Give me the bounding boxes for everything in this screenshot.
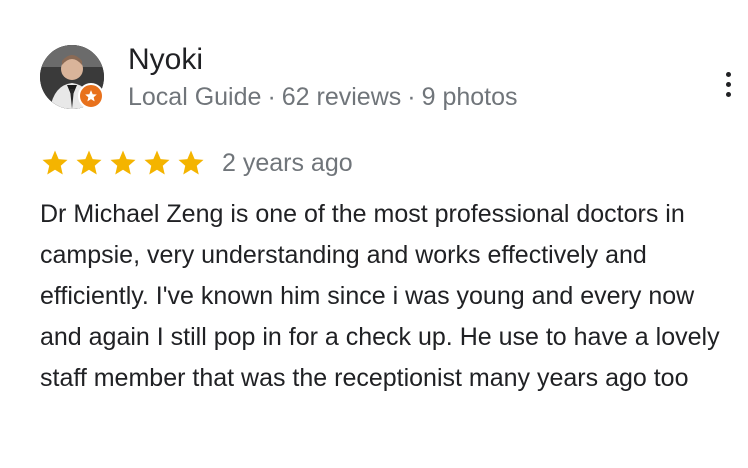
star-icon (42, 150, 68, 175)
star-rating (40, 148, 206, 178)
menu-dot (725, 81, 731, 87)
reviewer-name[interactable]: Nyoki (128, 42, 203, 78)
review-count: 62 reviews (281, 83, 402, 111)
star-icon (144, 150, 170, 175)
local-guide-label: Local Guide (128, 83, 262, 111)
more-options-icon[interactable] (714, 64, 742, 104)
meta-separator: · (267, 83, 276, 111)
menu-dot (725, 91, 731, 97)
reviewer-meta: Local Guide · 62 reviews · 9 photos (128, 80, 518, 114)
local-guide-badge-icon (78, 83, 104, 109)
meta-separator: · (407, 83, 416, 111)
star-icon (76, 150, 102, 175)
menu-dot (725, 71, 731, 77)
star-badge-icon (85, 90, 97, 102)
review-text: Dr Michael Zeng is one of the most profe… (40, 200, 720, 392)
star-icon (110, 150, 136, 175)
photo-count: 9 photos (421, 83, 518, 111)
star-icon (178, 150, 204, 175)
rating-row: 2 years ago (40, 145, 353, 181)
review-date: 2 years ago (222, 148, 353, 177)
